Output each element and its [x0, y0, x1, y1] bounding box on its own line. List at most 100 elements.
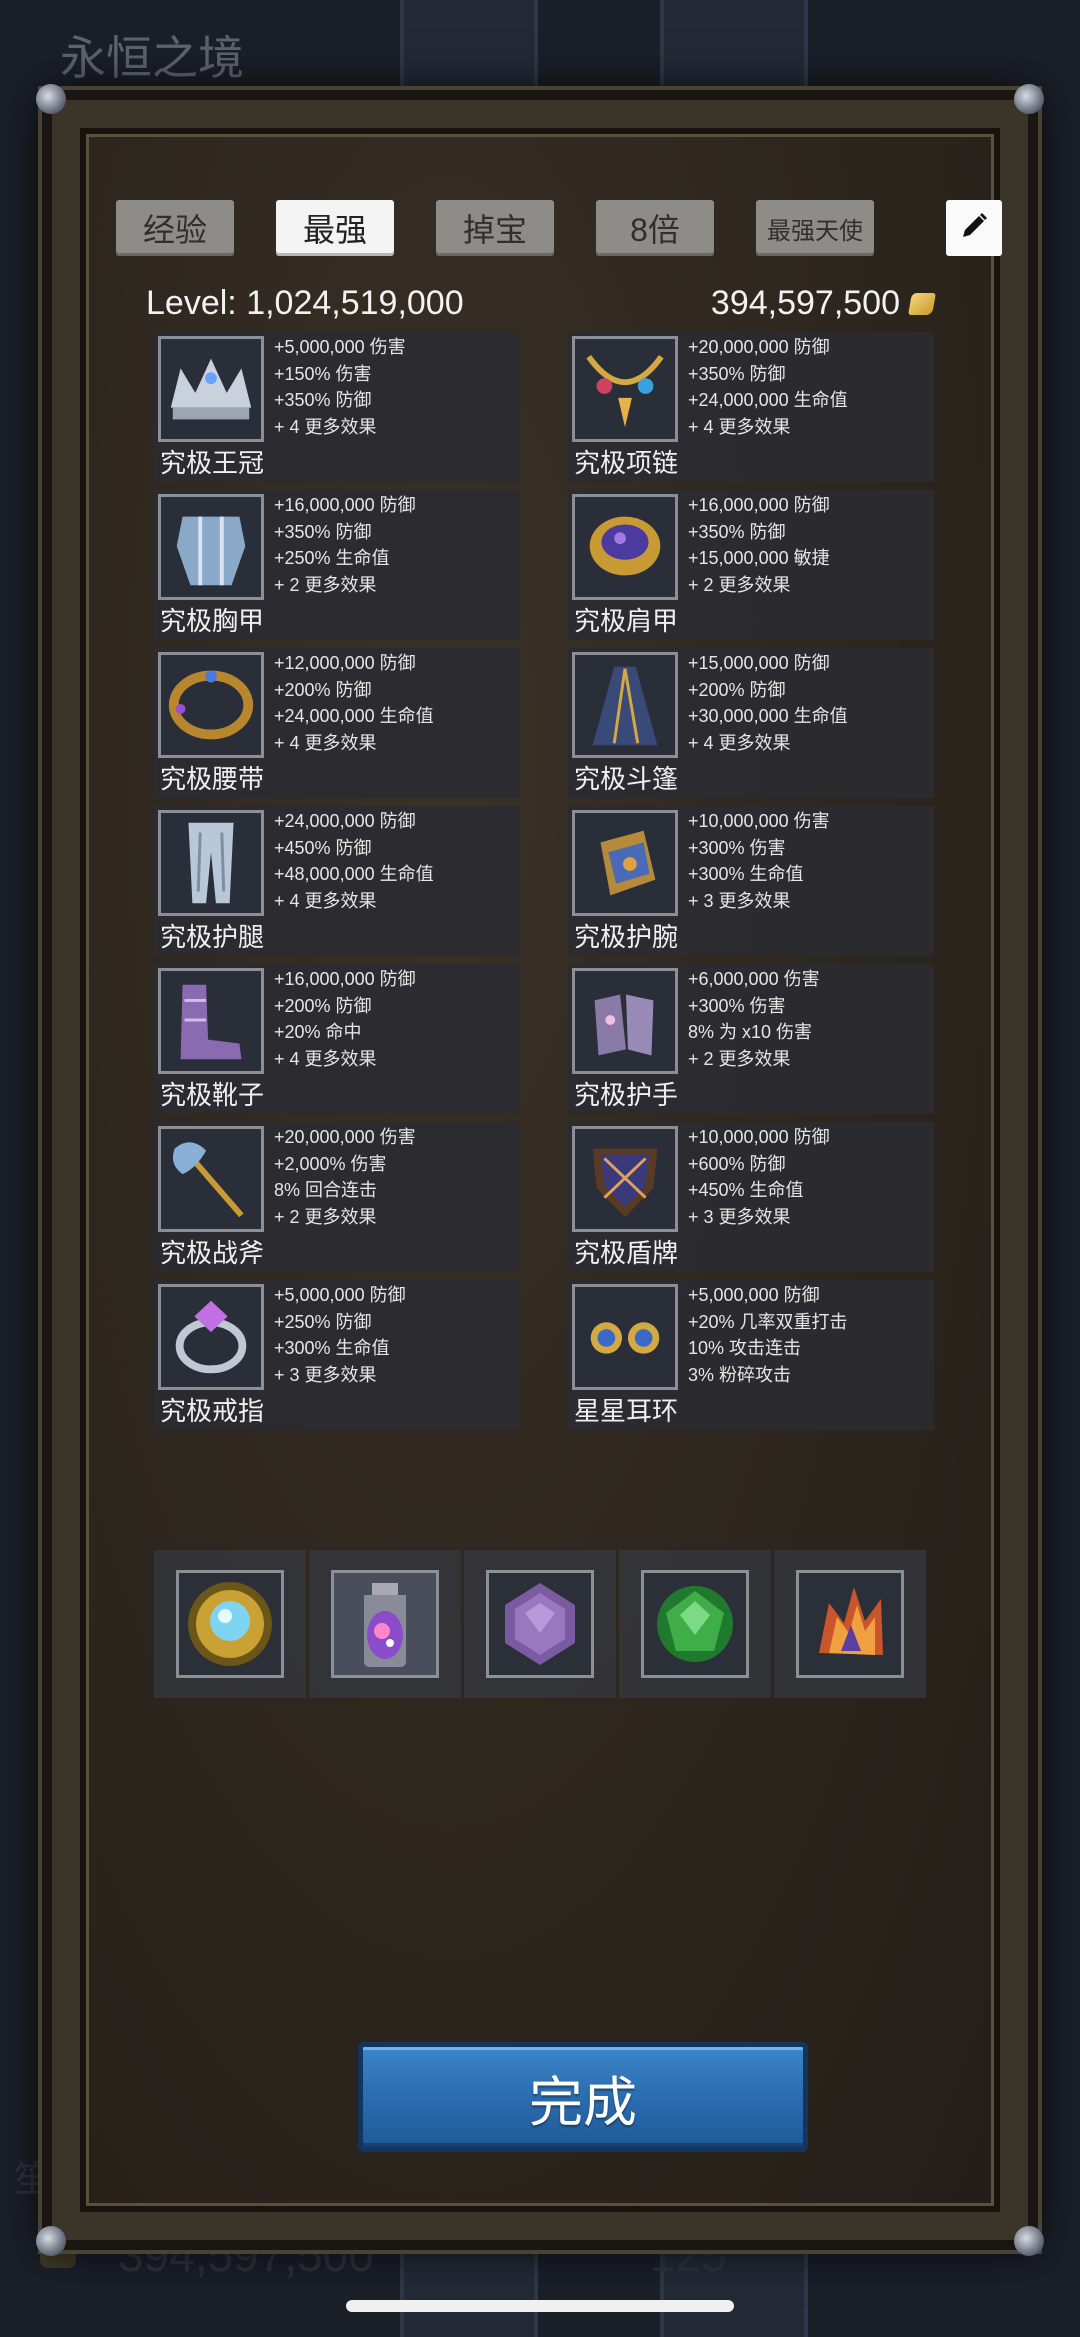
equipment-slot[interactable]: +5,000,000 伤害 +150% 伤害 +350% 防御 + 4 更多效果 究极王… — [154, 332, 520, 482]
gold-value: 394,597,500 — [710, 284, 900, 322]
item-stat-line: +300% 伤害 — [688, 837, 786, 858]
shoulder-armor-icon — [572, 494, 678, 600]
shield-icon — [572, 1126, 678, 1232]
item-stat-line: +5,000,000 伤害 — [274, 337, 406, 357]
item-name: 究极王冠 — [160, 448, 265, 478]
frame-corner-ornament — [1014, 2226, 1044, 2256]
equipment-slot[interactable]: +16,000,000 防御 +350% 防御 +250% 生命值 + 2 更多效果究… — [154, 490, 520, 640]
item-stat-line: +150% 伤害 — [274, 363, 372, 384]
background-title: 永恒之境 — [60, 32, 244, 84]
item-stat-line: 8% 为 x10 伤害 — [688, 1022, 813, 1042]
item-stats: +24,000,000 防御 +450% 防御 +48,000,000 生命值 + 4… — [274, 808, 434, 914]
item-name: 究极靴子 — [160, 1080, 265, 1110]
chestplate-icon — [158, 494, 264, 600]
item-stat-line: 10% 攻击连击 — [688, 1338, 802, 1358]
home-indicator[interactable] — [346, 2300, 734, 2312]
item-stat-line: +24,000,000 防御 — [274, 811, 416, 831]
item-stat-line: +350% 防御 — [274, 390, 372, 410]
item-stat-line: +15,000,000 防御 — [688, 653, 830, 673]
item-stats: +5,000,000 防御 +250% 防御 +300% 生命值 + 3 更多效果 — [274, 1282, 406, 1388]
frame-corner-ornament — [36, 84, 66, 114]
item-stat-line: +200% 防御 — [274, 679, 372, 700]
tab-strongest-angel[interactable]: 最强天使 — [756, 200, 874, 256]
edit-button[interactable] — [946, 200, 1002, 256]
item-stat-line: +300% 生命值 — [274, 1338, 390, 1358]
item-stat-line: +350% 防御 — [688, 363, 786, 384]
level-value: 1,024,519,000 — [246, 284, 464, 322]
item-stat-line: +5,000,000 防御 — [688, 1285, 820, 1305]
item-stat-line: +6,000,000 伤害 — [688, 969, 820, 989]
item-stats: +12,000,000 防御 +200% 防御 +24,000,000 生命值 + 4… — [274, 650, 434, 756]
equipment-slot[interactable]: +16,000,000 防御 +350% 防御 +15,000,000 敏捷 + 2 … — [568, 490, 934, 640]
item-stat-line: +350% 防御 — [688, 521, 786, 542]
gold-coin-icon — [908, 292, 936, 315]
fire-crystal-icon — [796, 1570, 904, 1678]
purple-gem-icon — [486, 1570, 594, 1678]
cloak-icon — [572, 652, 678, 758]
item-name: 究极盾牌 — [574, 1238, 679, 1268]
gem-slot[interactable] — [619, 1550, 771, 1698]
item-stat-line: +20% 几率双重打击 — [688, 1311, 848, 1332]
equipment-slot[interactable]: +24,000,000 防御 +450% 防御 +48,000,000 生命值 + 4… — [154, 806, 520, 956]
item-stat-line: + 3 更多效果 — [274, 1364, 377, 1385]
galaxy-jar-icon — [331, 1570, 439, 1678]
gem-slot[interactable] — [464, 1550, 616, 1698]
equipment-slot[interactable]: +15,000,000 防御 +200% 防御 +30,000,000 生命值 + 4… — [568, 648, 934, 798]
tab-8x[interactable]: 8倍 — [596, 200, 714, 256]
equipment-slot[interactable]: +12,000,000 防御 +200% 防御 +24,000,000 生命值 + 4… — [154, 648, 520, 798]
equipment-slot[interactable]: +20,000,000 伤害 +2,000% 伤害 8% 回合连击 + 2 更多效果究… — [154, 1122, 520, 1272]
leggings-icon — [158, 810, 264, 916]
equipment-slot[interactable]: +6,000,000 伤害 +300% 伤害 8% 为 x10 伤害 + 2 更多效果… — [568, 964, 934, 1114]
item-stat-line: + 4 更多效果 — [274, 732, 377, 753]
item-stat-line: +15,000,000 敏捷 — [688, 548, 830, 568]
item-stats: +20,000,000 防御 +350% 防御 +24,000,000 生命值 + 4… — [688, 334, 848, 440]
item-stats: +20,000,000 伤害 +2,000% 伤害 8% 回合连击 + 2 更多效果 — [274, 1124, 416, 1230]
item-stat-line: +24,000,000 生命值 — [688, 390, 848, 410]
item-stats: +16,000,000 防御 +350% 防御 +15,000,000 敏捷 + 2 … — [688, 492, 830, 598]
item-stat-line: +450% 生命值 — [688, 1180, 804, 1200]
item-stat-line: + 2 更多效果 — [274, 1206, 377, 1227]
equipment-slot[interactable]: +10,000,000 防御 +600% 防御 +450% 生命值 + 3 更多效果究… — [568, 1122, 934, 1272]
tab-strongest[interactable]: 最强 — [276, 200, 394, 256]
equipment-slot[interactable]: +16,000,000 防御 +200% 防御 +20% 命中 + 4 更多效果 究极靴… — [154, 964, 520, 1114]
gauntlets-icon — [572, 968, 678, 1074]
equipment-slot[interactable]: +5,000,000 防御 +20% 几率双重打击 10% 攻击连击 3% 粉碎攻击星… — [568, 1280, 934, 1430]
item-name: 究极护腕 — [574, 922, 679, 952]
belt-icon — [158, 652, 264, 758]
tab-loot[interactable]: 掉宝 — [436, 200, 554, 256]
item-stat-line: +600% 防御 — [688, 1153, 786, 1174]
item-stat-line: +10,000,000 防御 — [688, 1127, 830, 1147]
item-stat-line: + 4 更多效果 — [274, 890, 377, 911]
item-stat-line: + 3 更多效果 — [688, 1206, 791, 1227]
item-stats: +16,000,000 防御 +350% 防御 +250% 生命值 + 2 更多效果 — [274, 492, 416, 598]
gem-slot[interactable] — [774, 1550, 926, 1698]
equipment-slot[interactable]: +10,000,000 伤害 +300% 伤害 +300% 生命值 + 3 更多效果究… — [568, 806, 934, 956]
item-stats: +10,000,000 防御 +600% 防御 +450% 生命值 + 3 更多效果 — [688, 1124, 830, 1230]
item-name: 究极肩甲 — [574, 606, 679, 636]
item-name: 究极胸甲 — [160, 606, 265, 636]
amulet-orb-icon — [176, 1570, 284, 1678]
item-stat-line: + 2 更多效果 — [688, 1048, 791, 1069]
item-stat-line: +20,000,000 防御 — [688, 337, 830, 357]
item-stats: +10,000,000 伤害 +300% 伤害 +300% 生命值 + 3 更多效果 — [688, 808, 830, 914]
item-stat-line: +16,000,000 防御 — [688, 495, 830, 515]
level-label: Level: — [146, 284, 237, 322]
item-stat-line: +12,000,000 防御 — [274, 653, 416, 673]
level-display: Level: 1,024,519,000 — [146, 284, 464, 323]
tab-exp[interactable]: 经验 — [116, 200, 234, 256]
gem-slot[interactable] — [154, 1550, 306, 1698]
equipment-slot[interactable]: +20,000,000 防御 +350% 防御 +24,000,000 生命值 + 4… — [568, 332, 934, 482]
gem-slot[interactable] — [309, 1550, 461, 1698]
battle-axe-icon — [158, 1126, 264, 1232]
item-stat-line: +450% 防御 — [274, 837, 372, 858]
equipment-slot[interactable]: +5,000,000 防御 +250% 防御 +300% 生命值 + 3 更多效果 究极… — [154, 1280, 520, 1430]
item-name: 究极戒指 — [160, 1396, 265, 1426]
item-stat-line: +16,000,000 防御 — [274, 495, 416, 515]
item-stat-line: +20% 命中 — [274, 1022, 362, 1042]
item-name: 星星耳环 — [574, 1396, 679, 1426]
item-stats: +15,000,000 防御 +200% 防御 +30,000,000 生命值 + 4… — [688, 650, 848, 756]
frame-corner-ornament — [1014, 84, 1044, 114]
item-name: 究极护腿 — [160, 922, 265, 952]
item-stat-line: +24,000,000 生命值 — [274, 706, 434, 726]
done-button[interactable]: 完成 — [358, 2042, 808, 2152]
